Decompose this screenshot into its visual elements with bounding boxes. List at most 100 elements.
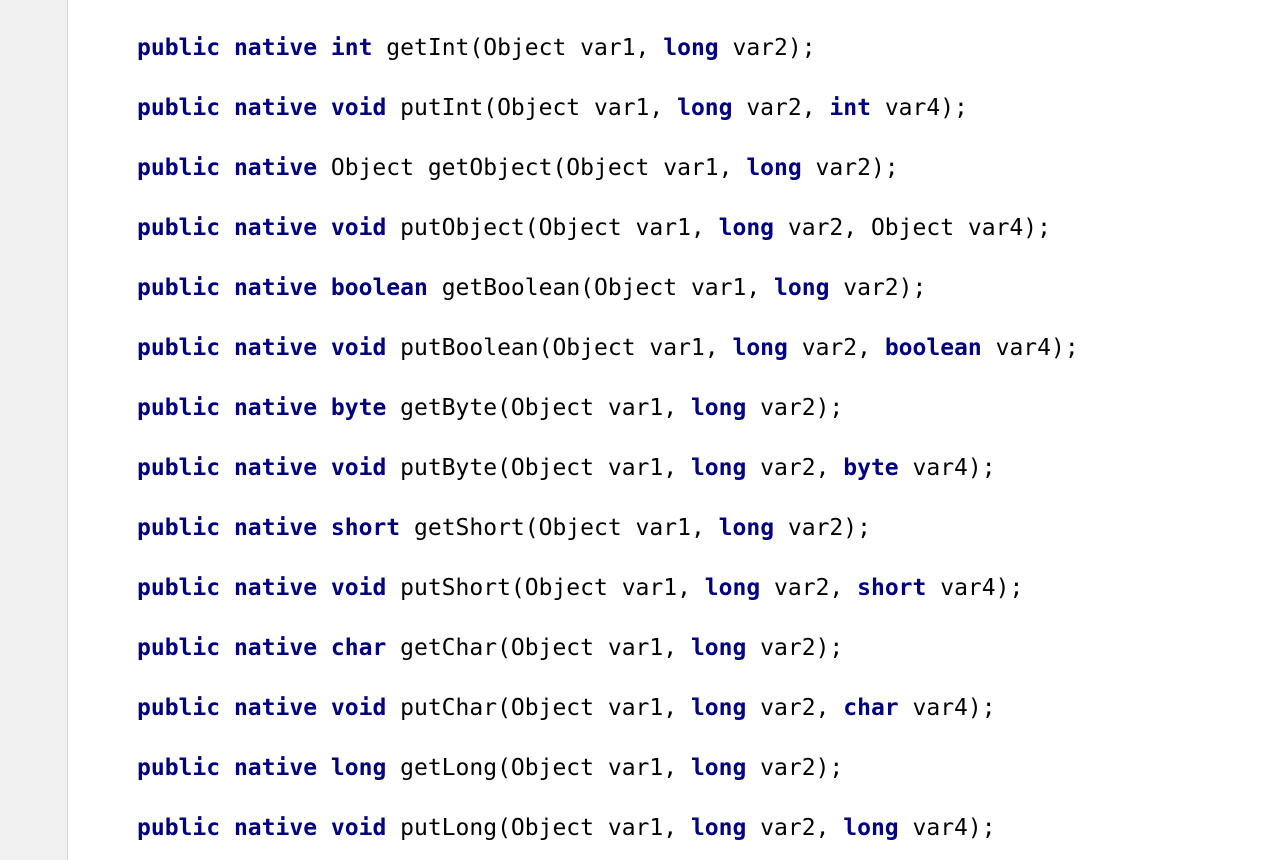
code-line[interactable]: public native int getInt(Object var1, lo…: [137, 33, 816, 63]
keyword-token: int: [829, 95, 871, 121]
code-token: putChar(Object var1,: [386, 695, 691, 721]
code-token: getShort(Object var1,: [400, 515, 719, 541]
keyword-token: void: [330, 335, 387, 361]
code-token: getLong(Object var1,: [386, 755, 691, 781]
code-line[interactable]: public native Object getObject(Object va…: [137, 153, 899, 183]
code-token: var4);: [898, 815, 996, 841]
code-editor[interactable]: public native int getInt(Object var1, lo…: [0, 0, 1274, 860]
keyword-token: char: [843, 695, 899, 721]
keyword-token: void: [330, 455, 387, 481]
keyword-token: native: [233, 635, 318, 661]
keyword-token: long: [732, 335, 788, 361]
keyword-token: long: [690, 395, 747, 421]
keyword-token: long: [690, 755, 747, 781]
code-line[interactable]: public native void putChar(Object var1, …: [137, 693, 996, 723]
keyword-token: native: [233, 455, 318, 481]
keyword-token: native: [233, 515, 318, 541]
code-token: var2);: [801, 155, 899, 181]
code-token: var4);: [898, 455, 996, 481]
code-line[interactable]: public native void putBoolean(Object var…: [137, 333, 1079, 363]
keyword-token: long: [690, 635, 747, 661]
code-token: var2,: [746, 815, 844, 841]
keyword-token: native: [233, 575, 318, 601]
keyword-token: long: [774, 275, 830, 301]
code-line[interactable]: public native void putShort(Object var1,…: [137, 573, 1023, 603]
editor-gutter[interactable]: [0, 0, 68, 860]
keyword-token: long: [690, 695, 747, 721]
keyword-token: void: [330, 95, 387, 121]
keyword-token: native: [233, 35, 318, 61]
keyword-token: long: [690, 815, 747, 841]
keyword-token: long: [690, 455, 747, 481]
code-token: putObject(Object var1,: [386, 215, 719, 241]
keyword-token: native: [233, 395, 318, 421]
keyword-token: native: [233, 335, 318, 361]
code-line[interactable]: public native void putInt(Object var1, l…: [137, 93, 968, 123]
keyword-token: void: [330, 695, 387, 721]
keyword-token: long: [718, 515, 775, 541]
code-token: Object getObject(Object var1,: [317, 155, 747, 181]
code-token: var2);: [718, 35, 816, 61]
keyword-token: long: [843, 815, 899, 841]
code-line[interactable]: public native void putLong(Object var1, …: [137, 813, 996, 843]
keyword-token: native: [233, 815, 318, 841]
keyword-token: long: [746, 155, 802, 181]
code-line[interactable]: public native short getShort(Object var1…: [137, 513, 871, 543]
code-token: var2);: [746, 755, 844, 781]
code-token: getChar(Object var1,: [386, 635, 691, 661]
code-token: var4);: [898, 695, 996, 721]
code-token: getByte(Object var1,: [386, 395, 691, 421]
keyword-token: long: [704, 575, 761, 601]
keyword-token: public: [137, 395, 221, 421]
code-token: putShort(Object var1,: [386, 575, 705, 601]
code-token: putLong(Object var1,: [386, 815, 691, 841]
keyword-token: char: [330, 635, 387, 661]
keyword-token: boolean: [330, 275, 428, 301]
code-line[interactable]: public native boolean getBoolean(Object …: [137, 273, 926, 303]
keyword-token: short: [857, 575, 927, 601]
code-token: var2, Object var4);: [774, 215, 1051, 241]
code-token: var2);: [746, 635, 844, 661]
code-line[interactable]: public native long getLong(Object var1, …: [137, 753, 843, 783]
keyword-token: native: [233, 155, 318, 181]
keyword-token: native: [233, 755, 318, 781]
code-token: var2,: [760, 575, 858, 601]
keyword-token: public: [137, 635, 221, 661]
keyword-token: public: [137, 215, 221, 241]
keyword-token: public: [137, 455, 221, 481]
code-token: putBoolean(Object var1,: [386, 335, 733, 361]
code-line[interactable]: public native char getChar(Object var1, …: [137, 633, 843, 663]
code-line[interactable]: public native byte getByte(Object var1, …: [137, 393, 843, 423]
code-token: var2,: [732, 95, 830, 121]
keyword-token: void: [330, 815, 387, 841]
keyword-token: byte: [330, 395, 387, 421]
keyword-token: public: [137, 35, 221, 61]
keyword-token: void: [330, 215, 387, 241]
code-token: var2);: [829, 275, 927, 301]
keyword-token: int: [330, 35, 373, 61]
code-token: var4);: [870, 95, 968, 121]
code-line[interactable]: public native void putByte(Object var1, …: [137, 453, 996, 483]
code-line[interactable]: public native void putObject(Object var1…: [137, 213, 1051, 243]
code-token: var4);: [981, 335, 1079, 361]
keyword-token: public: [137, 515, 221, 541]
code-area[interactable]: public native int getInt(Object var1, lo…: [137, 0, 1274, 860]
keyword-token: void: [330, 575, 387, 601]
